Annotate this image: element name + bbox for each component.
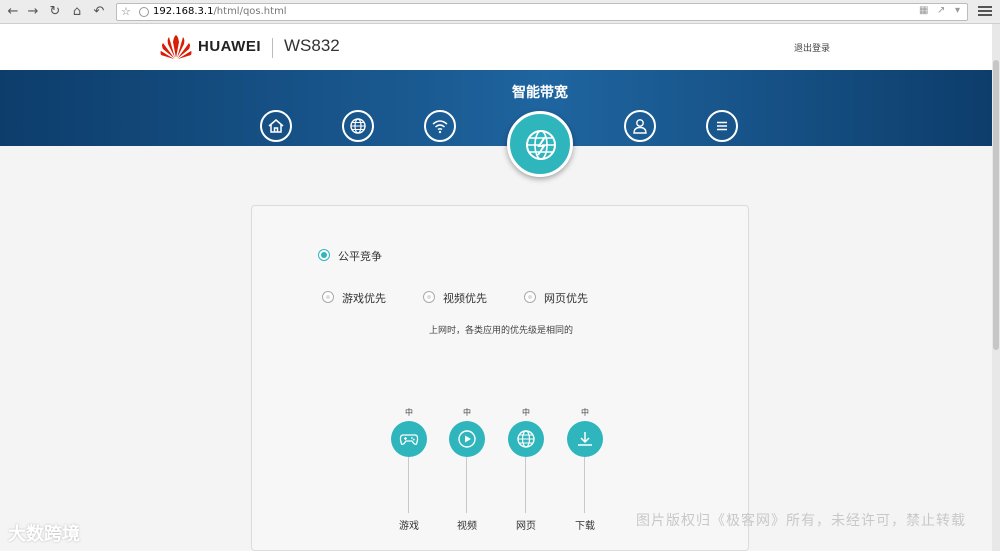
huawei-logo-icon (160, 35, 192, 59)
radio-unselected[interactable] (322, 291, 334, 303)
priority-line (584, 457, 585, 513)
priority-line (466, 457, 467, 513)
priority-level: 中 (463, 408, 471, 417)
share-icon[interactable]: ↗ (937, 5, 945, 16)
app-download-button[interactable] (567, 421, 603, 457)
priority-description: 上网时，各类应用的优先级是相同的 (428, 326, 573, 336)
priority-line (525, 457, 526, 513)
scrollbar-thumb[interactable] (993, 60, 999, 350)
radio-unselected[interactable] (423, 291, 435, 303)
app-label: 下载 (575, 521, 595, 532)
router-header: HUAWEI WS832 退出登录 (0, 24, 1000, 70)
option-label: 视频优先 (443, 292, 487, 305)
globe-icon (517, 430, 535, 448)
forward-icon[interactable]: → (24, 3, 42, 21)
priority-level: 中 (522, 408, 530, 417)
watermark-left: 大数跨境 (8, 524, 80, 545)
qr-icon[interactable]: ▦ (919, 5, 928, 16)
app-label: 游戏 (399, 521, 419, 532)
bandwidth-icon (526, 130, 556, 160)
home-browser-icon[interactable]: ⌂ (68, 3, 86, 21)
option-label: 公平竞争 (338, 250, 382, 263)
radio-selected[interactable] (318, 249, 330, 261)
browser-toolbar: ← → ↻ ⌂ ↶ ☆ 192.168.3.1/html/qos.html ▦ … (0, 0, 1000, 24)
address-bar[interactable]: ☆ 192.168.3.1/html/qos.html ▦ ↗ ▾ (116, 3, 968, 21)
priority-level: 中 (405, 408, 413, 417)
option-label: 网页优先 (544, 292, 588, 305)
bookmark-star-icon[interactable]: ☆ (121, 5, 131, 18)
reload-icon[interactable]: ↻ (46, 3, 64, 21)
play-icon (458, 430, 476, 448)
app-label: 视频 (457, 521, 477, 532)
nav-wifi[interactable] (424, 110, 456, 142)
gamepad-icon (399, 434, 419, 445)
nav-internet[interactable] (342, 110, 374, 142)
page-icon (139, 7, 149, 17)
browser-menu-icon[interactable] (978, 4, 992, 18)
download-icon (578, 432, 592, 446)
app-label: 网页 (516, 521, 536, 532)
nav-banner: 智能带宽 (0, 70, 992, 146)
nav-bandwidth-active[interactable] (507, 111, 573, 177)
home-icon (268, 119, 284, 133)
url-path: /html/qos.html (213, 6, 287, 17)
header-divider (272, 38, 273, 58)
globe-icon (350, 118, 366, 134)
dropdown-icon[interactable]: ▾ (955, 5, 960, 16)
url-text: 192.168.3.1/html/qos.html (153, 6, 287, 17)
page-title: 智能带宽 (512, 85, 568, 101)
brand-name: HUAWEI (198, 38, 261, 55)
qos-panel: 公平竞争 游戏优先 视频优先 网页优先 上网时，各类应用的优先级是相同的 中 游… (251, 205, 749, 551)
nav-home[interactable] (260, 110, 292, 142)
option-label: 游戏优先 (342, 292, 386, 305)
priority-line (408, 457, 409, 513)
url-host: 192.168.3.1 (153, 6, 214, 17)
radio-unselected[interactable] (524, 291, 536, 303)
undo-icon[interactable]: ↶ (90, 3, 108, 21)
back-icon[interactable]: ← (4, 3, 22, 21)
watermark-right: 图片版权归《极客网》所有，未经许可，禁止转载 (636, 513, 966, 529)
app-video-button[interactable] (449, 421, 485, 457)
logout-link[interactable]: 退出登录 (794, 41, 830, 54)
model-name: WS832 (284, 36, 340, 55)
priority-level: 中 (581, 408, 589, 417)
wifi-icon (432, 120, 448, 134)
nav-user[interactable] (624, 110, 656, 142)
app-game-button[interactable] (391, 421, 427, 457)
nav-more[interactable] (706, 110, 738, 142)
app-web-button[interactable] (508, 421, 544, 457)
menu-icon (717, 121, 727, 131)
user-icon (633, 119, 647, 134)
